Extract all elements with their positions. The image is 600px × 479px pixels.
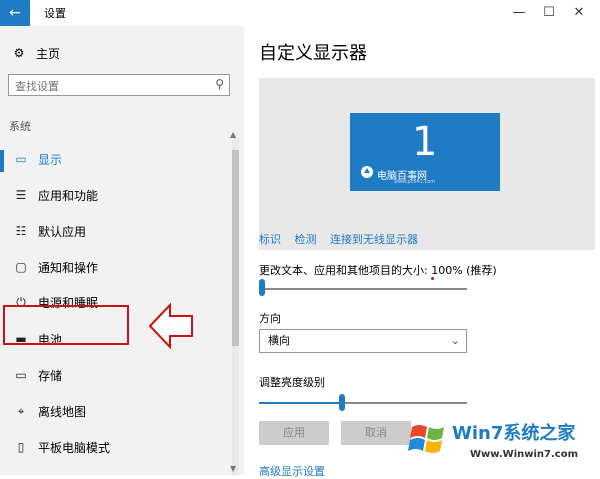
watermark-url: Www.Winwin7.com (470, 449, 579, 460)
orientation-select[interactable]: 横向 ⌄ (259, 329, 467, 353)
highlight-box (3, 305, 129, 345)
monitor-number: 1 (412, 119, 438, 165)
sidebar-item-label: 默认应用 (38, 224, 87, 239)
back-button[interactable]: ← (0, 0, 30, 26)
annotation-arrow-icon (148, 302, 193, 350)
title-bar: ← 设置 — ☐ ✕ (0, 0, 600, 26)
windows-logo-icon (408, 425, 444, 453)
scale-slider-thumb[interactable] (259, 279, 265, 296)
window-title: 设置 (44, 7, 66, 20)
gear-icon: ⚙ (13, 46, 25, 60)
tablet-icon: ▯ (17, 440, 25, 454)
page-title: 自定义显示器 (259, 43, 367, 64)
recommended-marker (431, 277, 434, 280)
sidebar-item-label: 应用和功能 (38, 188, 99, 203)
arrow-left-icon: ← (9, 5, 21, 21)
maximize-button[interactable]: ☐ (534, 2, 564, 24)
brand-logo-icon (361, 166, 373, 178)
identify-link[interactable]: 标识 (259, 233, 281, 246)
scale-slider-track[interactable] (259, 288, 467, 290)
sidebar-item-storage[interactable]: ▭ 存储 (0, 359, 230, 391)
search-box: ⚲ (8, 74, 230, 97)
section-label: 系统 (9, 120, 31, 133)
display-links: 标识 检测 连接到无线显示器 (259, 231, 428, 247)
sidebar-item-display[interactable]: ▭ 显示 (0, 143, 230, 175)
sidebar-home[interactable]: ⚙ 主页 (0, 41, 230, 65)
orientation-value: 横向 (268, 334, 290, 347)
sidebar-item-label: 显示 (38, 152, 63, 167)
sidebar-item-label: 离线地图 (38, 404, 87, 419)
display-preview: 1 电脑百事网 www.pc841.com (259, 78, 595, 250)
main-panel: 自定义显示器 1 电脑百事网 www.pc841.com 标识 检测 连接到无线… (244, 26, 600, 478)
monitor-brand-url: www.pc841.com (394, 179, 436, 185)
connect-wireless-display-link[interactable]: 连接到无线显示器 (330, 233, 418, 246)
search-icon[interactable]: ⚲ (215, 77, 224, 91)
storage-icon: ▭ (15, 368, 27, 382)
display-icon: ▭ (15, 152, 27, 166)
scrollbar-thumb[interactable] (232, 150, 239, 346)
sidebar: ⚙ 主页 ⚲ 系统 ▭ 显示 ☰ 应用和功能 ☷ 默认应用 ▢ 通知和操作 ⏻ … (0, 26, 244, 475)
chevron-down-icon: ⌄ (450, 334, 460, 347)
minimize-button[interactable]: — (504, 2, 534, 24)
advanced-display-settings-link[interactable]: 高级显示设置 (259, 463, 325, 479)
home-label: 主页 (36, 46, 61, 61)
detect-link[interactable]: 检测 (295, 233, 317, 246)
scale-label: 更改文本、应用和其他项目的大小: 100% (推荐) (259, 264, 497, 277)
sidebar-item-label: 存储 (38, 368, 63, 383)
watermark-title: Win7系统之家 (452, 423, 576, 444)
monitor-tile[interactable]: 1 电脑百事网 www.pc841.com (350, 113, 500, 191)
apply-button[interactable]: 应用 (259, 421, 329, 445)
search-input[interactable] (9, 76, 211, 97)
maximize-icon: ☐ (543, 5, 555, 20)
sidebar-item-label: 通知和操作 (38, 260, 99, 275)
minimize-icon: — (512, 5, 526, 20)
map-icon: ⌖ (17, 403, 25, 418)
brightness-slider-thumb[interactable] (339, 394, 346, 411)
sidebar-item-offline-maps[interactable]: ⌖ 离线地图 (0, 395, 230, 427)
watermark: Win7系统之家 Www.Winwin7.com (400, 413, 600, 475)
close-icon: ✕ (573, 5, 585, 20)
orientation-label: 方向 (259, 312, 281, 325)
sidebar-item-notifications[interactable]: ▢ 通知和操作 (0, 251, 230, 283)
apps-list-icon: ☰ (15, 188, 27, 202)
close-button[interactable]: ✕ (564, 2, 594, 24)
scroll-down-icon[interactable]: ▼ (230, 464, 236, 473)
brightness-label: 调整亮度级别 (259, 376, 325, 389)
sidebar-item-apps[interactable]: ☰ 应用和功能 (0, 179, 230, 211)
sidebar-item-default-apps[interactable]: ☷ 默认应用 (0, 215, 230, 247)
default-apps-icon: ☷ (15, 224, 27, 238)
sidebar-item-label: 平板电脑模式 (38, 440, 111, 455)
scroll-up-icon[interactable]: ▲ (230, 130, 236, 139)
sidebar-item-tablet-mode[interactable]: ▯ 平板电脑模式 (0, 431, 230, 463)
brightness-slider-fill (259, 402, 343, 404)
notification-icon: ▢ (15, 260, 27, 274)
